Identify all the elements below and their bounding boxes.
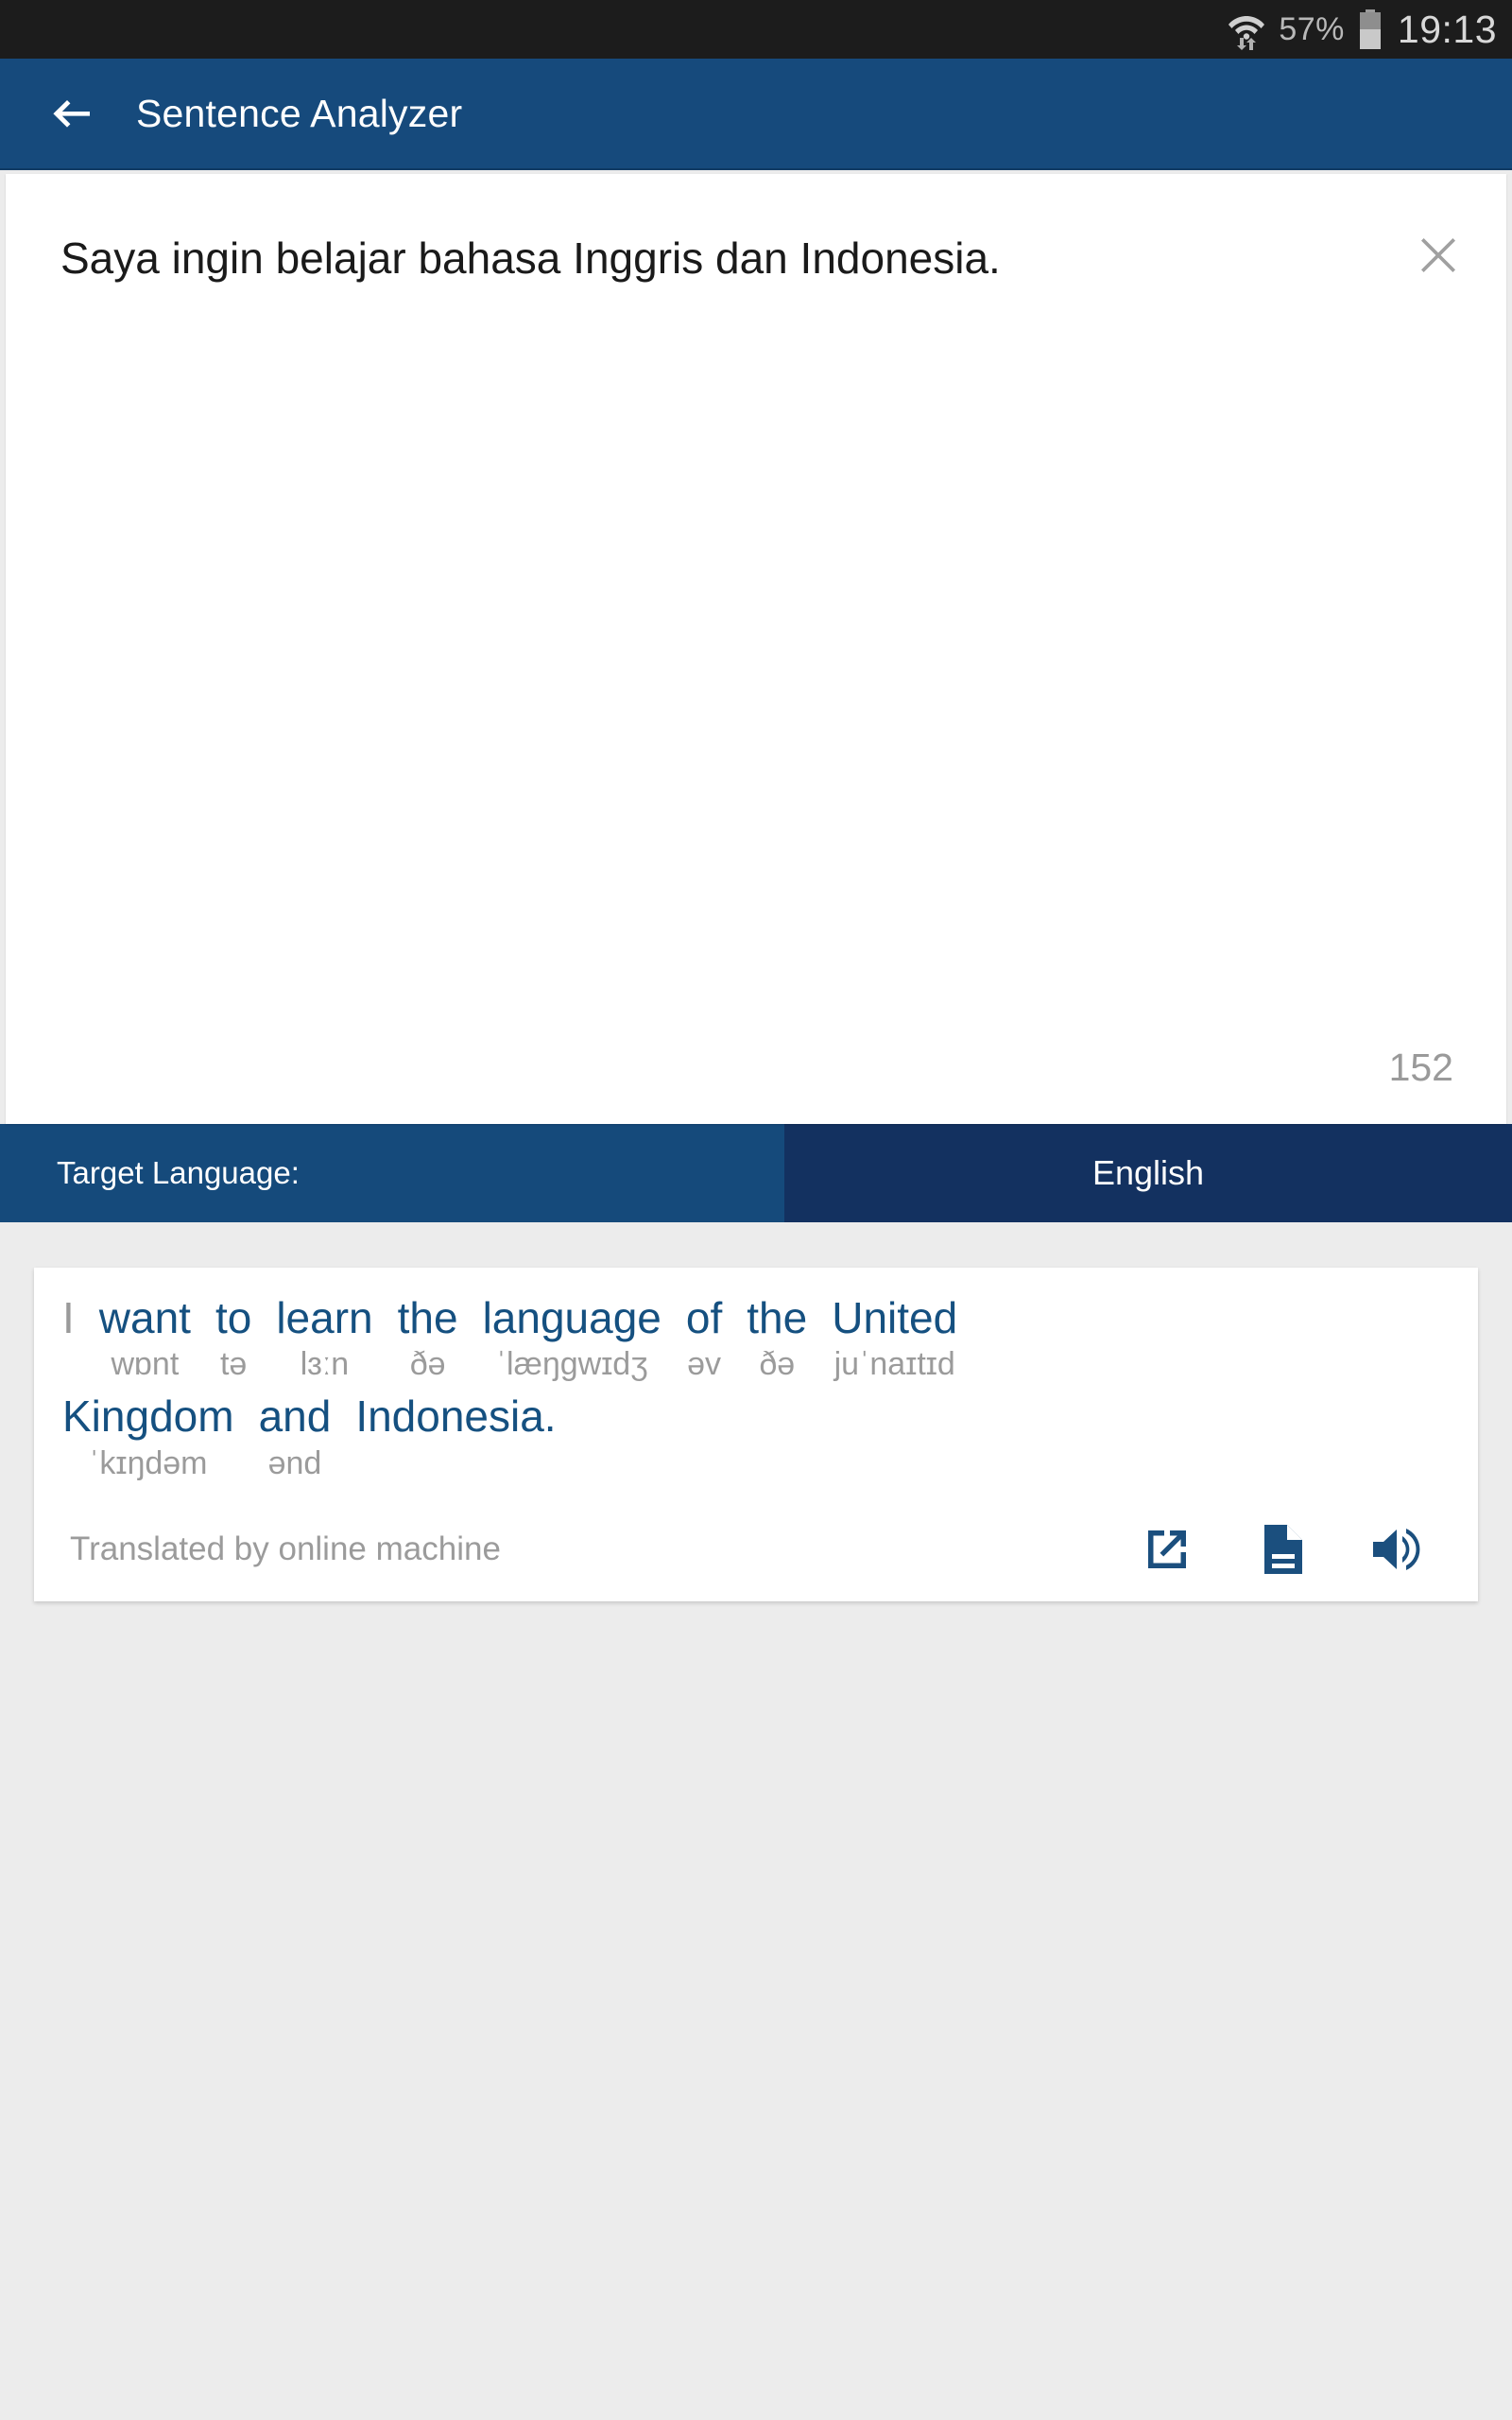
word-ipa: ðə bbox=[759, 1346, 796, 1383]
translation-source-note: Translated by online machine bbox=[70, 1530, 501, 1567]
word-text: language bbox=[482, 1293, 662, 1342]
volume-up-icon[interactable] bbox=[1370, 1522, 1425, 1577]
word-ipa: juˈnaɪtɪd bbox=[833, 1346, 955, 1383]
result-area: I want wɒnt to tə learn lɜːn the ðə lang… bbox=[0, 1222, 1512, 1601]
word-text: the bbox=[747, 1293, 808, 1342]
result-footer: Translated by online machine bbox=[62, 1522, 1450, 1582]
target-language-selector[interactable]: English bbox=[784, 1124, 1512, 1222]
word-text: Indonesia. bbox=[355, 1392, 557, 1442]
word-ipa: ˈlæŋgwɪdʒ bbox=[495, 1346, 648, 1383]
app-bar: Sentence Analyzer bbox=[0, 59, 1512, 170]
word-unit[interactable]: the ðə bbox=[398, 1292, 458, 1385]
word-unit[interactable]: United juˈnaɪtɪd bbox=[832, 1292, 957, 1385]
char-counter: 152 bbox=[1388, 1046, 1453, 1089]
status-bar: 57% 19:13 bbox=[0, 0, 1512, 59]
word-unit[interactable]: Kingdom ˈkɪŋdəm bbox=[62, 1391, 234, 1483]
word-ipa: ənd bbox=[267, 1444, 322, 1481]
word-unit[interactable]: language ˈlæŋgwɪdʒ bbox=[483, 1292, 662, 1385]
target-language-label-cell: Target Language: bbox=[0, 1124, 784, 1222]
word-text: I bbox=[62, 1293, 75, 1342]
result-action-icons bbox=[1140, 1522, 1446, 1577]
word-ipa: tə bbox=[219, 1346, 248, 1383]
document-icon[interactable] bbox=[1255, 1522, 1310, 1577]
target-language-bar: Target Language: English bbox=[0, 1124, 1512, 1222]
word-text: and bbox=[258, 1392, 332, 1442]
clock-label: 19:13 bbox=[1397, 7, 1497, 51]
word-text: the bbox=[397, 1293, 458, 1342]
sentence-input-text[interactable]: Saya ingin belajar bahasa Inggris dan In… bbox=[60, 229, 1336, 287]
word-unit[interactable]: and ənd bbox=[259, 1391, 332, 1483]
translation-result-card[interactable]: I want wɒnt to tə learn lɜːn the ðə lang… bbox=[34, 1268, 1478, 1601]
translation-line: Kingdom ˈkɪŋdəm and ənd Indonesia. bbox=[62, 1391, 1450, 1489]
sentence-input-card[interactable]: Saya ingin belajar bahasa Inggris dan In… bbox=[6, 174, 1506, 1124]
word-text: to bbox=[215, 1293, 252, 1342]
open-in-new-icon[interactable] bbox=[1140, 1522, 1194, 1577]
word-ipa: ˈkɪŋdəm bbox=[89, 1444, 208, 1481]
target-language-value: English bbox=[1091, 1153, 1205, 1192]
word-ipa: lɜːn bbox=[300, 1346, 350, 1383]
target-language-label: Target Language: bbox=[57, 1155, 300, 1190]
word-unit[interactable]: Indonesia. bbox=[355, 1391, 556, 1483]
translation-line: I want wɒnt to tə learn lɜːn the ðə lang… bbox=[62, 1292, 1450, 1391]
word-text: of bbox=[685, 1293, 723, 1342]
battery-percent-label: 57% bbox=[1279, 10, 1345, 47]
word-text: learn bbox=[276, 1293, 373, 1342]
word-text: want bbox=[98, 1293, 191, 1342]
word-unit[interactable]: learn lɜːn bbox=[276, 1292, 372, 1385]
back-arrow-icon[interactable] bbox=[49, 92, 93, 135]
word-text: Kingdom bbox=[62, 1392, 234, 1442]
battery-icon bbox=[1358, 9, 1383, 49]
word-ipa: əv bbox=[687, 1346, 722, 1383]
close-icon[interactable] bbox=[1404, 221, 1472, 289]
page-title: Sentence Analyzer bbox=[136, 91, 463, 135]
word-unit[interactable]: want wɒnt bbox=[99, 1292, 191, 1385]
word-text: United bbox=[832, 1293, 958, 1342]
word-unit[interactable]: to tə bbox=[215, 1292, 251, 1385]
word-unit[interactable]: the ðə bbox=[747, 1292, 807, 1385]
word-unit[interactable]: of əv bbox=[686, 1292, 722, 1385]
word-ipa: ðə bbox=[409, 1346, 446, 1383]
wifi-with-data-arrows-icon bbox=[1228, 9, 1265, 50]
word-ipa: wɒnt bbox=[111, 1346, 180, 1383]
word-unit[interactable]: I bbox=[62, 1292, 75, 1385]
